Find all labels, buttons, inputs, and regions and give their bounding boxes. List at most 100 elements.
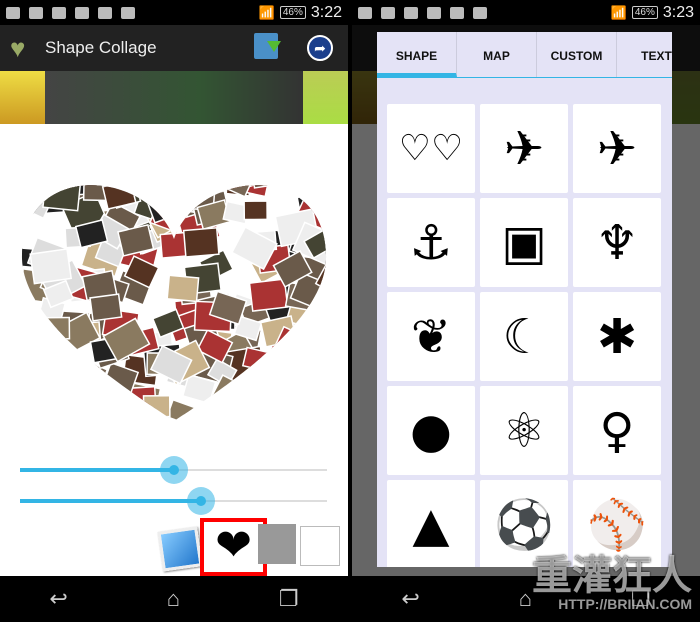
collage-photo bbox=[297, 362, 327, 398]
recents-icon[interactable]: ❐ bbox=[279, 586, 299, 612]
shape-wings[interactable]: ❦ bbox=[387, 292, 475, 381]
soccer-ball-icon: ⚽ bbox=[494, 497, 554, 553]
collage-photo bbox=[296, 318, 327, 356]
collage-photo bbox=[259, 157, 285, 179]
collage-photo bbox=[282, 398, 322, 421]
collage-photo bbox=[284, 383, 318, 414]
photo-gallery-button[interactable] bbox=[157, 526, 203, 572]
android-icon: ▣ bbox=[501, 214, 547, 271]
collage-photo bbox=[259, 315, 298, 348]
wifi-icon: 📶 bbox=[610, 4, 627, 20]
tab-text[interactable]: TEXT bbox=[617, 32, 672, 77]
collage-photo bbox=[108, 414, 154, 421]
collage-photo bbox=[89, 293, 123, 322]
wifi-icon: 📶 bbox=[258, 4, 275, 20]
count-slider[interactable] bbox=[20, 487, 327, 515]
tab-shape[interactable]: SHAPE bbox=[377, 32, 457, 77]
collage-photo bbox=[284, 149, 310, 170]
angel-icon: ♆ bbox=[595, 214, 639, 271]
shape-anchor[interactable]: ⚓ bbox=[387, 198, 475, 287]
collage-photo bbox=[142, 394, 171, 418]
collage-photo bbox=[29, 248, 73, 285]
collage-photo bbox=[21, 360, 46, 399]
collage-photo bbox=[163, 185, 197, 190]
collage-photo bbox=[305, 342, 327, 367]
home-icon[interactable]: ⌂ bbox=[167, 586, 180, 612]
color-swatch-gray[interactable] bbox=[258, 524, 296, 564]
color-swatch-white[interactable] bbox=[300, 526, 340, 566]
collage-area: ❤ bbox=[0, 124, 348, 576]
collage-photo bbox=[41, 316, 71, 340]
collage-photo bbox=[286, 367, 327, 405]
collage-photo bbox=[118, 405, 148, 421]
collage-photo bbox=[321, 247, 327, 290]
airplane-icon: ✈ bbox=[503, 120, 545, 177]
collage-photo bbox=[165, 398, 196, 421]
collage-photo bbox=[50, 359, 82, 388]
tab-bar: SHAPE MAP CUSTOM TEXT bbox=[377, 32, 672, 78]
sailor-moon-icon: ☾ bbox=[502, 308, 546, 365]
collage-photo bbox=[291, 319, 327, 351]
collage-photo bbox=[86, 396, 135, 421]
shape-ant[interactable]: ✱ bbox=[573, 292, 661, 381]
editor-screen: 📶 46% 3:22 ♥ Shape Collage ➦ ❤ ↩ ⌂ ❐ bbox=[0, 0, 348, 622]
app-bar: ♥ Shape Collage ➦ bbox=[0, 25, 348, 71]
collage-photo bbox=[308, 185, 327, 210]
shape-airplane[interactable]: ✈ bbox=[480, 104, 568, 193]
collage-photo bbox=[327, 347, 348, 380]
status-bar: 📶 46% 3:23 bbox=[352, 0, 700, 25]
shape-atom[interactable]: ⚛ bbox=[480, 386, 568, 475]
collage-photo bbox=[166, 274, 200, 303]
shape-android[interactable]: ▣ bbox=[480, 198, 568, 287]
shape-temple[interactable]: ▲ bbox=[387, 480, 475, 567]
nav-bar: ↩ ⌂ ❐ bbox=[0, 576, 348, 622]
back-icon[interactable]: ↩ bbox=[401, 586, 419, 612]
shape-sailor-moon[interactable]: ☾ bbox=[480, 292, 568, 381]
back-icon[interactable]: ↩ bbox=[49, 586, 67, 612]
shape-two-hearts[interactable]: ♡♡ bbox=[387, 104, 475, 193]
shape-grid: ♡♡ ✈ ✈ ⚓ ▣ ♆ ❦ ☾ ✱ ● ⚛ ♀ ▲ ⚽ ⚾ bbox=[387, 104, 661, 567]
tab-map[interactable]: MAP bbox=[457, 32, 537, 77]
collage-photo bbox=[35, 364, 70, 394]
shape-select-button[interactable]: ❤ bbox=[200, 518, 267, 576]
collage-photo bbox=[21, 323, 65, 364]
collage-photo bbox=[54, 418, 96, 421]
home-icon[interactable]: ⌂ bbox=[519, 586, 532, 612]
collage-photo bbox=[110, 154, 138, 177]
shape-angel[interactable]: ♆ bbox=[573, 198, 661, 287]
share-arrow-icon[interactable]: ➦ bbox=[307, 35, 333, 61]
ad-banner[interactable] bbox=[0, 71, 348, 124]
collage-photo bbox=[212, 395, 243, 421]
collage-photo bbox=[33, 185, 67, 194]
collage-photo bbox=[316, 352, 327, 383]
save-download-icon[interactable] bbox=[254, 33, 281, 59]
collage-photo bbox=[54, 185, 86, 187]
collage-photo bbox=[250, 185, 279, 189]
two-hearts-icon: ♡♡ bbox=[398, 128, 464, 169]
collage-photo bbox=[305, 391, 327, 421]
collage-photo bbox=[248, 278, 289, 312]
collage-photo bbox=[192, 185, 223, 186]
clock: 3:23 bbox=[662, 3, 694, 21]
shape-woman-silhouette[interactable]: ♀ bbox=[573, 386, 661, 475]
shape-dialog: SHAPE MAP CUSTOM TEXT ♡♡ ✈ ✈ ⚓ ▣ ♆ ❦ ☾ ✱ ● ⚛ ♀ ▲ ⚽ ⚾ bbox=[377, 32, 672, 567]
battery: 46% bbox=[631, 6, 658, 19]
shape-cartoon-plane[interactable]: ✈ bbox=[573, 104, 661, 193]
size-slider[interactable] bbox=[20, 456, 327, 484]
collage-photo bbox=[205, 410, 236, 421]
ant-icon: ✱ bbox=[596, 308, 638, 365]
collage-photo bbox=[281, 373, 323, 410]
shape-apple[interactable]: ● bbox=[387, 386, 475, 475]
collage-photo bbox=[243, 372, 271, 396]
baseball-player-icon: ⚾ bbox=[587, 497, 647, 553]
collage-photo bbox=[52, 357, 91, 393]
collage-photo bbox=[313, 349, 327, 379]
collage-photo bbox=[218, 412, 245, 421]
battery: 46% bbox=[279, 6, 306, 19]
collage-photo bbox=[21, 185, 44, 194]
collage-photo bbox=[21, 362, 57, 396]
tab-custom[interactable]: CUSTOM bbox=[537, 32, 617, 77]
collage-photo bbox=[22, 334, 52, 359]
cartoon-plane-icon: ✈ bbox=[596, 120, 638, 177]
wings-icon: ❦ bbox=[410, 308, 452, 365]
